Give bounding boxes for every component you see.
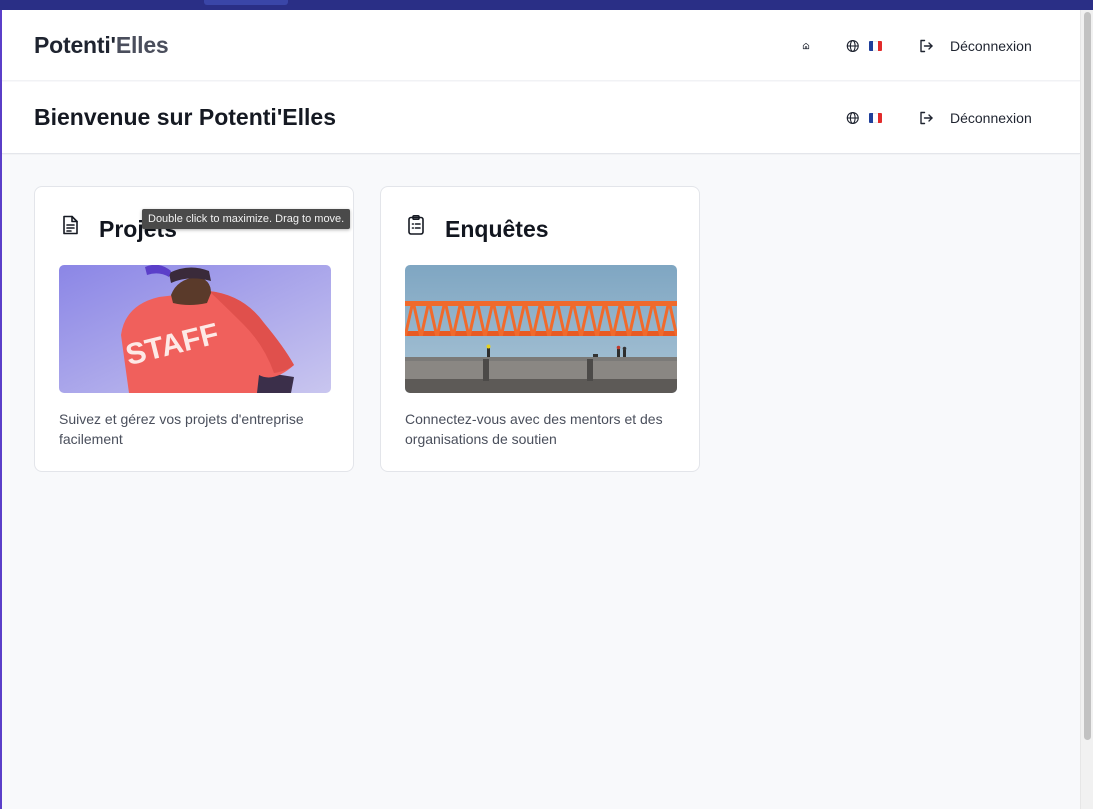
brand-part2: Elles	[115, 32, 169, 58]
window-top-strip[interactable]	[0, 0, 1093, 10]
brand-logo[interactable]: Potenti'Elles	[34, 32, 169, 59]
card-image-staff: STAFF	[59, 265, 331, 393]
window-tooltip: Double click to maximize. Drag to move.	[142, 209, 351, 229]
scrollbar-thumb[interactable]	[1084, 12, 1091, 740]
page-header: Bienvenue sur Potenti'Elles Déconnexion	[2, 82, 1080, 154]
staff-photo: STAFF	[59, 265, 331, 393]
logout-icon	[920, 111, 933, 125]
language-button[interactable]	[840, 36, 888, 56]
logout-button[interactable]: Déconnexion	[912, 34, 1052, 58]
page-logout-button[interactable]: Déconnexion	[912, 106, 1052, 130]
brand-part1: Potenti'	[34, 32, 116, 58]
home-icon	[802, 42, 810, 50]
logout-icon	[920, 39, 933, 53]
active-tab-indicator[interactable]	[204, 0, 288, 5]
vertical-scrollbar[interactable]	[1080, 10, 1093, 809]
card-description: Connectez-vous avec des mentors et des o…	[405, 411, 663, 447]
card-image-bridge	[405, 265, 677, 393]
clipboard-list-icon	[408, 214, 424, 235]
browser-window: Potenti'Elles Déconnexion Bienvenue sur …	[0, 0, 1093, 809]
flag-fr-icon	[868, 113, 882, 123]
home-button[interactable]	[796, 36, 816, 56]
bridge-photo	[405, 265, 677, 393]
app-header: Potenti'Elles Déconnexion	[2, 10, 1080, 81]
card-description: Suivez et gérez vos projets d'entreprise…	[59, 411, 304, 447]
document-icon	[63, 215, 78, 235]
globe-icon	[846, 111, 859, 125]
card-enquetes[interactable]: Enquêtes Connectez-vous avec des mentors…	[380, 186, 700, 472]
logout-label: Déconnexion	[950, 38, 1032, 54]
logout-label: Déconnexion	[950, 110, 1032, 126]
page-title: Bienvenue sur Potenti'Elles	[34, 104, 336, 130]
page-language-button[interactable]	[840, 108, 888, 128]
flag-fr-icon	[868, 41, 882, 51]
globe-icon	[846, 39, 859, 53]
card-title: Enquêtes	[445, 216, 549, 242]
main-content: Projets STAFF Suivez et gérez vos projet…	[2, 155, 1080, 809]
